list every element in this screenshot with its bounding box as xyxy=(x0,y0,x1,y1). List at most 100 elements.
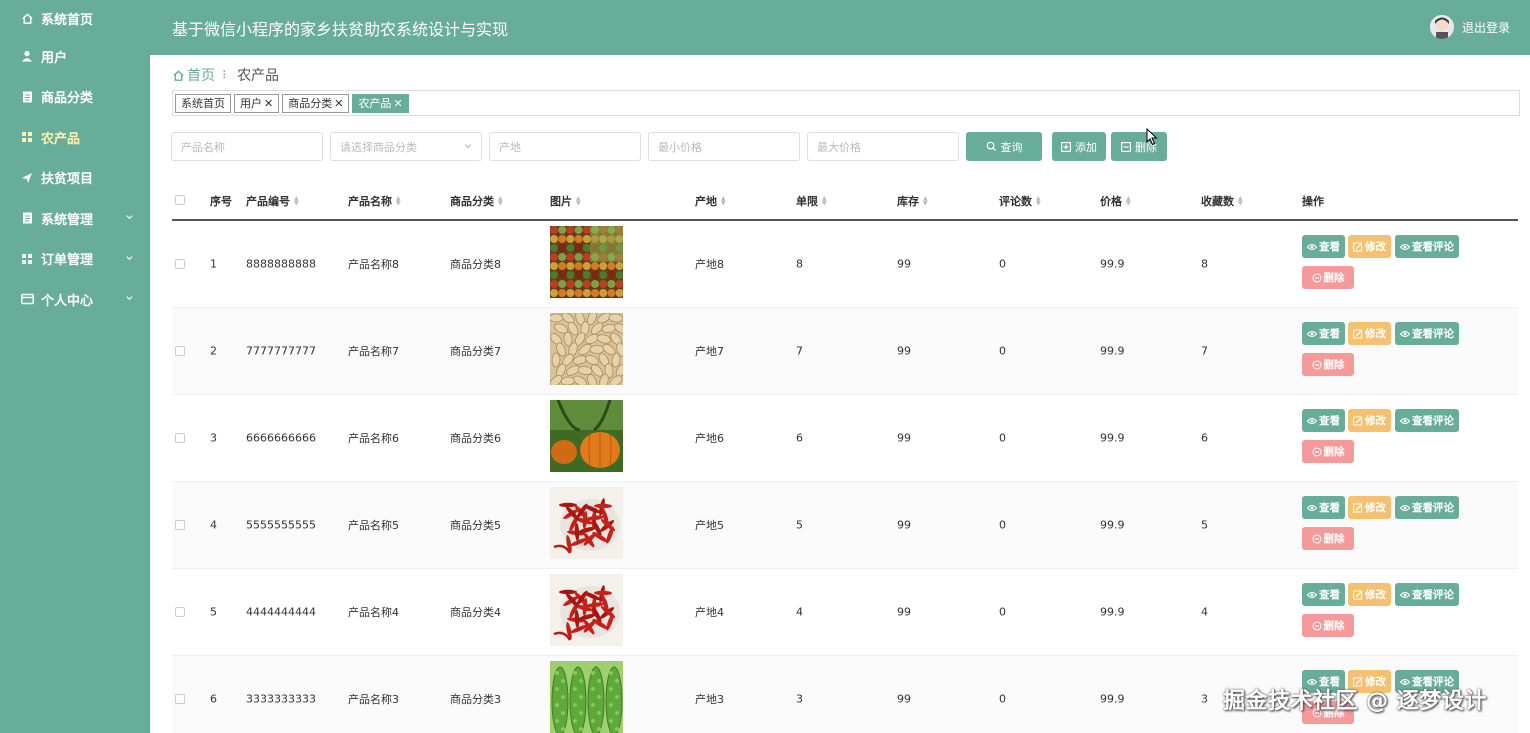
sort-icon[interactable]: ▲ ▼ xyxy=(1126,196,1131,207)
product-image xyxy=(550,399,623,472)
top-header: 基于微信小程序的家乡扶贫助农系统设计与实现 退出登录 xyxy=(150,0,1530,55)
sidebar-item-label: 用户 xyxy=(41,50,68,66)
row-checkbox[interactable] xyxy=(175,694,185,704)
delete-button[interactable]: 删除 xyxy=(1302,440,1354,463)
chevron-down-icon xyxy=(125,292,134,307)
view-button[interactable]: 查看 xyxy=(1302,583,1345,606)
column-header-label: 产品编号 xyxy=(246,195,290,208)
cell-stock: 99 xyxy=(897,518,911,532)
sort-icon[interactable]: ▲ ▼ xyxy=(396,196,401,207)
row-checkbox[interactable] xyxy=(175,346,185,356)
tab-1[interactable]: 用户 ✕ xyxy=(234,93,280,113)
column-header[interactable]: 图片 ▲ ▼ xyxy=(550,193,581,209)
cell-name: 产品名称8 xyxy=(348,258,399,271)
edit-button[interactable]: 修改 xyxy=(1348,496,1391,519)
delete-button[interactable]: 删除 xyxy=(1302,266,1354,289)
column-header[interactable]: 产地 ▲ ▼ xyxy=(695,193,726,209)
cell-idx: 5 xyxy=(210,605,217,619)
tab-2[interactable]: 商品分类 ✕ xyxy=(282,93,350,113)
sidebar-item-0[interactable]: 系统首页 xyxy=(0,0,150,36)
delete-button[interactable]: 删除 xyxy=(1302,353,1354,376)
column-header[interactable]: 产品名称 ▲ ▼ xyxy=(348,193,401,209)
sort-icon[interactable]: ▲ ▼ xyxy=(294,196,299,207)
cell-origin: 产地3 xyxy=(695,693,724,706)
view-button[interactable]: 查看 xyxy=(1302,322,1345,345)
row-checkbox[interactable] xyxy=(175,520,185,530)
cell-category: 商品分类5 xyxy=(450,519,501,532)
tab-0[interactable]: 系统首页 xyxy=(175,93,231,113)
view-comments-button[interactable]: 查看评论 xyxy=(1395,409,1459,432)
sidebar-item-6[interactable]: 订单管理 xyxy=(0,239,150,280)
column-header[interactable]: 价格 ▲ ▼ xyxy=(1100,193,1131,209)
delete-button[interactable]: 删除 xyxy=(1302,527,1354,550)
sidebar-item-1[interactable]: 用户 xyxy=(0,36,150,77)
column-header[interactable]: 收藏数 ▲ ▼ xyxy=(1201,193,1243,209)
view-button[interactable]: 查看 xyxy=(1302,409,1345,432)
sort-icon[interactable]: ▲ ▼ xyxy=(1036,196,1041,207)
cell-price: 99.9 xyxy=(1100,257,1125,271)
product-name-input[interactable]: 产品名称 xyxy=(171,132,323,161)
tab-label: 用户 xyxy=(240,97,262,110)
grid-icon xyxy=(20,130,34,144)
view-comments-button[interactable]: 查看评论 xyxy=(1395,322,1459,345)
sidebar-item-4[interactable]: 扶贫项目 xyxy=(0,158,150,199)
cell-favorites: 5 xyxy=(1201,518,1208,532)
max-price-input[interactable]: 最大价格 xyxy=(807,132,959,161)
product-image xyxy=(550,574,623,646)
column-header[interactable]: 评论数 ▲ ▼ xyxy=(999,193,1041,209)
logout-link[interactable]: 退出登录 xyxy=(1462,19,1510,36)
row-checkbox[interactable] xyxy=(175,433,185,443)
row-checkbox[interactable] xyxy=(175,259,185,269)
cell-name: 产品名称3 xyxy=(348,693,399,706)
select-all-checkbox[interactable] xyxy=(175,195,185,205)
sidebar-item-2[interactable]: 商品分类 xyxy=(0,77,150,118)
category-select[interactable]: 请选择商品分类 xyxy=(330,132,482,161)
product-image xyxy=(550,487,623,559)
tab-3[interactable]: 农产品 ✕ xyxy=(352,93,409,113)
column-header-label: 产品名称 xyxy=(348,195,392,208)
edit-button[interactable]: 修改 xyxy=(1348,235,1391,258)
sort-icon[interactable]: ▲ ▼ xyxy=(576,196,581,207)
column-header[interactable]: 单限 ▲ ▼ xyxy=(796,193,827,209)
min-price-input[interactable]: 最小价格 xyxy=(648,132,800,161)
cell-category: 商品分类3 xyxy=(450,693,501,706)
tab-label: 商品分类 xyxy=(288,97,333,110)
sort-icon[interactable]: ▲ ▼ xyxy=(822,196,827,207)
query-button[interactable]: 查询 xyxy=(966,132,1042,161)
edit-icon xyxy=(1353,503,1363,513)
delete-button[interactable]: 删除 xyxy=(1302,614,1354,637)
edit-button[interactable]: 修改 xyxy=(1348,583,1391,606)
cell-origin: 产地8 xyxy=(695,258,724,271)
close-icon[interactable]: ✕ xyxy=(334,97,343,110)
cell-name: 产品名称7 xyxy=(348,345,399,358)
edit-button[interactable]: 修改 xyxy=(1348,409,1391,432)
close-icon[interactable]: ✕ xyxy=(393,97,402,110)
sort-icon[interactable]: ▲ ▼ xyxy=(721,196,726,207)
origin-input[interactable]: 产地 xyxy=(489,132,641,161)
sidebar-item-3[interactable]: 农产品 xyxy=(0,117,150,158)
column-header[interactable]: 产品编号 ▲ ▼ xyxy=(246,193,299,209)
view-comments-button[interactable]: 查看评论 xyxy=(1395,235,1459,258)
view-button[interactable]: 查看 xyxy=(1302,496,1345,519)
view-button-label: 查看 xyxy=(1319,328,1340,340)
table-row: 5 4444444444 产品名称4 商品分类4 产地4 4 99 0 99.9 4 查看 修改 查看评… xyxy=(172,569,1518,656)
eye-icon xyxy=(1400,591,1410,599)
view-button[interactable]: 查看 xyxy=(1302,235,1345,258)
column-header[interactable]: 库存 ▲ ▼ xyxy=(897,193,928,209)
breadcrumb-home[interactable]: 首页 xyxy=(187,65,215,85)
view-comments-button[interactable]: 查看评论 xyxy=(1395,496,1459,519)
sort-icon[interactable]: ▲ ▼ xyxy=(498,196,503,207)
sort-icon[interactable]: ▲ ▼ xyxy=(1238,196,1243,207)
column-header-label: 序号 xyxy=(210,195,232,208)
batch-delete-button[interactable]: 删除 xyxy=(1111,132,1167,161)
sidebar-item-5[interactable]: 系统管理 xyxy=(0,198,150,239)
view-comments-button[interactable]: 查看评论 xyxy=(1395,583,1459,606)
column-header[interactable]: 商品分类 ▲ ▼ xyxy=(450,193,503,209)
edit-button[interactable]: 修改 xyxy=(1348,322,1391,345)
sidebar-item-7[interactable]: 个人中心 xyxy=(0,279,150,320)
close-icon[interactable]: ✕ xyxy=(264,97,273,110)
row-checkbox[interactable] xyxy=(175,607,185,617)
sort-icon[interactable]: ▲ ▼ xyxy=(923,196,928,207)
avatar[interactable] xyxy=(1430,15,1454,39)
add-button[interactable]: 添加 xyxy=(1052,132,1106,161)
